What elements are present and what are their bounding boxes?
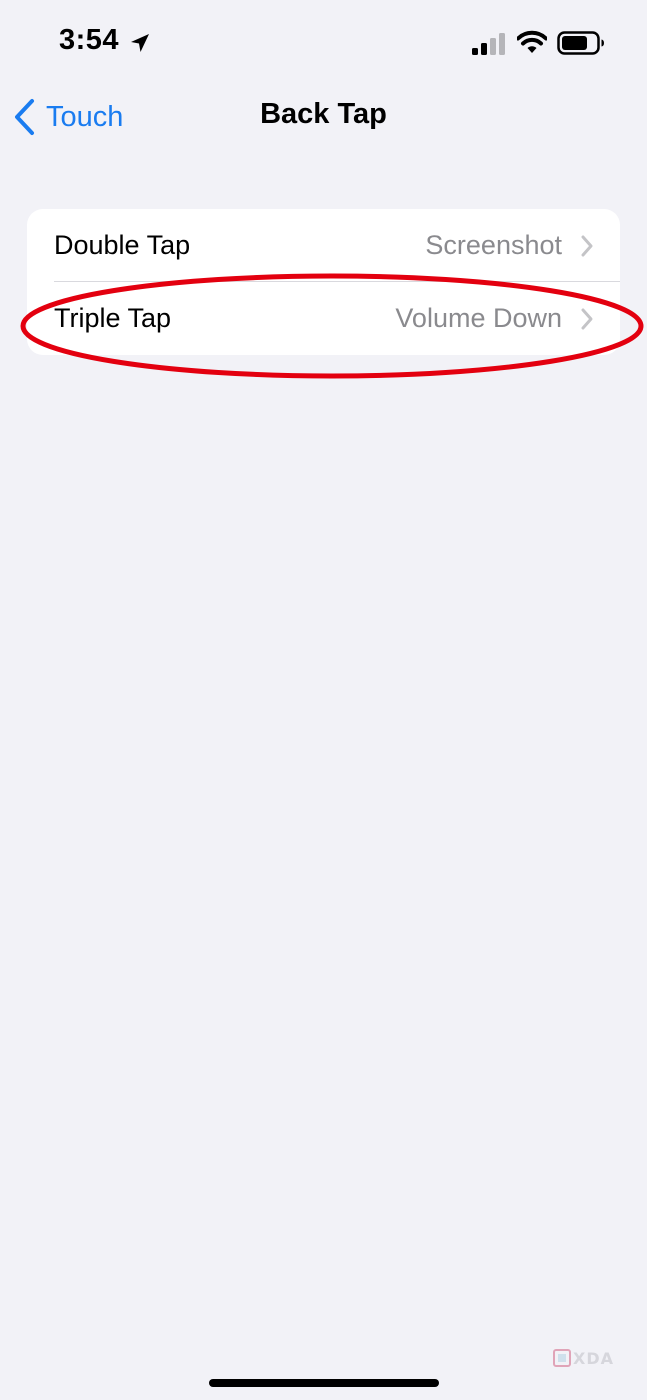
xda-logo-icon	[553, 1349, 571, 1367]
home-indicator[interactable]	[209, 1379, 439, 1387]
double-tap-value: Screenshot	[425, 230, 562, 260]
navigation-bar: Touch Back Tap	[0, 88, 647, 148]
page-title: Back Tap	[260, 98, 387, 130]
battery-icon	[557, 31, 604, 55]
double-tap-row[interactable]: Double Tap Screenshot	[27, 209, 620, 282]
xda-watermark: XDA	[553, 1347, 617, 1369]
watermark-text: XDA	[573, 1348, 614, 1368]
location-arrow-icon	[131, 34, 149, 52]
wifi-icon	[517, 30, 547, 53]
back-tap-settings-group: Double Tap Screenshot Triple Tap Volume …	[27, 209, 620, 355]
cellular-signal-icon	[472, 33, 505, 55]
chevron-right-icon	[581, 235, 593, 257]
status-bar: 3:54	[0, 0, 647, 88]
triple-tap-value: Volume Down	[395, 303, 562, 333]
status-time: 3:54	[59, 24, 120, 56]
double-tap-label: Double Tap	[54, 230, 191, 260]
triple-tap-row[interactable]: Triple Tap Volume Down	[27, 282, 620, 355]
chevron-right-icon	[581, 308, 593, 330]
triple-tap-label: Triple Tap	[54, 303, 172, 333]
